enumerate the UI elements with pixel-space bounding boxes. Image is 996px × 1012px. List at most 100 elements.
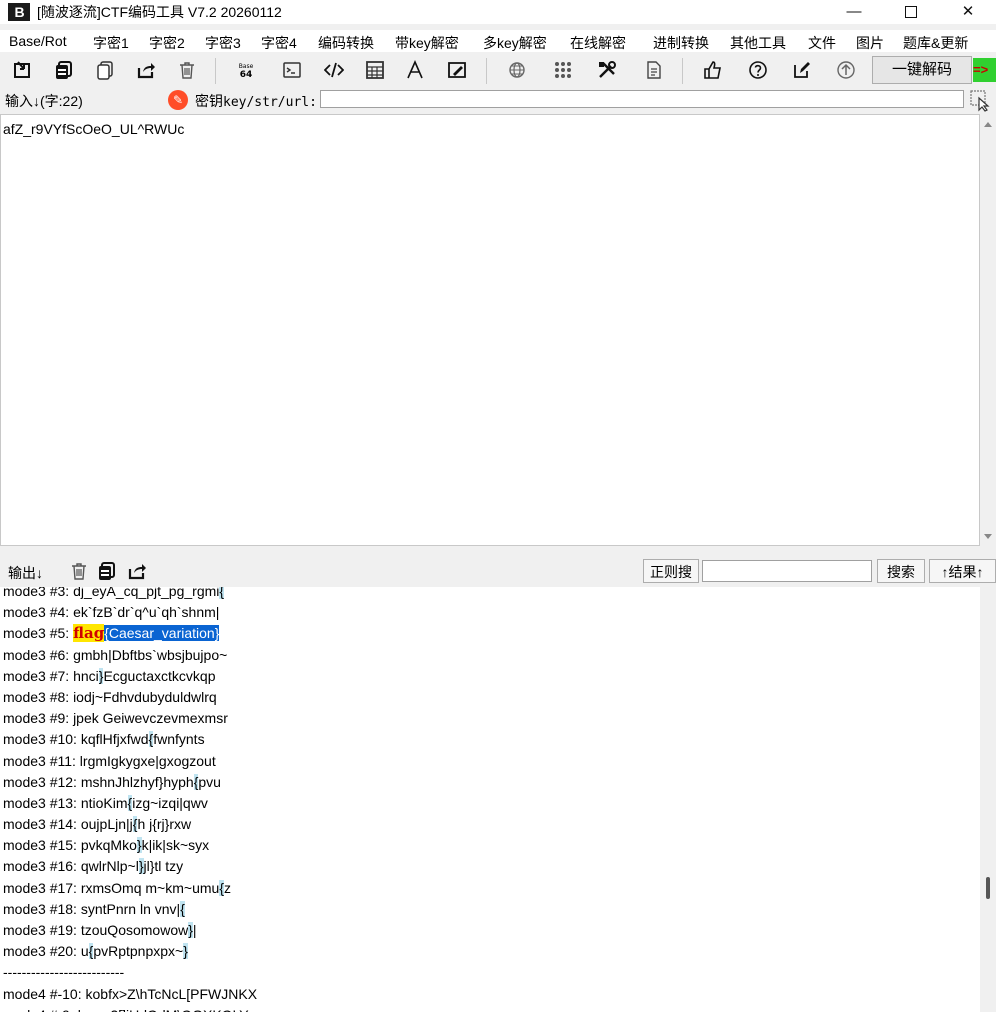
search-button[interactable]: 搜索	[877, 559, 925, 583]
output-line: mode3 #19: tzouQosomowow}|	[3, 920, 257, 941]
output-line: mode4 #-9: lpcgy?[]iUdOdM\QGXKOLY	[3, 1005, 257, 1012]
output-line: mode3 #4: ek`fzB`dr`q^u`qh`shnm|	[3, 602, 257, 623]
line-text: jpek Geiwevczevmexmsr	[73, 710, 228, 727]
grid-icon[interactable]	[550, 58, 576, 82]
line-text: dj_eyA_cq_pjt_pg_rgmi	[73, 587, 220, 599]
line-text: kqflHfjxfwd	[80, 731, 149, 748]
menu-base-rot[interactable]: Base/Rot	[9, 33, 67, 49]
line-text: rxmsOmq m~km~umu	[80, 879, 220, 896]
input-header: 输入↓(字:22) ✎ 密钥key/str/url:	[0, 88, 996, 112]
input-text: afZ_r9VYfScOeO_UL^RWUc	[3, 121, 185, 137]
line-prefix: mode3 #18:	[3, 900, 81, 917]
output-line: mode3 #14: oujpLjn|j{h j{rj}rxw	[3, 814, 257, 835]
input-textarea[interactable]: afZ_r9VYfScOeO_UL^RWUc	[0, 114, 980, 546]
font-icon[interactable]	[402, 58, 428, 82]
line-text: pvkqMko	[80, 837, 137, 854]
output-textarea[interactable]: mode3 #3: dj_eyA_cq_pjt_pg_rgmi { mode3 #4…	[0, 587, 980, 1012]
input-label: 输入↓(字:22)	[5, 93, 83, 109]
key-input[interactable]	[320, 90, 964, 108]
output-line: --------------------------	[3, 962, 257, 983]
tools-icon[interactable]	[594, 58, 620, 82]
menu-key-decrypt[interactable]: 带key解密	[395, 33, 459, 53]
selected-text: {Caesar_variation}	[104, 625, 220, 642]
output-line: mode3 #16: qwlrNlp~l}jl}tl tzy	[3, 856, 257, 877]
maximize-button[interactable]	[883, 0, 939, 24]
output-line: mode3 #8: iodj~Fdhvdubyduldwlrq	[3, 687, 257, 708]
menu-question-bank[interactable]: 题库&更新	[903, 33, 968, 53]
line-prefix: mode3 #7:	[3, 667, 74, 684]
line-prefix: mode3 #10:	[3, 731, 81, 748]
scroll-thumb[interactable]	[986, 877, 990, 899]
menu-base-convert[interactable]: 进制转换	[653, 33, 709, 53]
line-text: ntioKim	[80, 794, 128, 811]
document-icon[interactable]	[640, 58, 666, 82]
regex-search-button[interactable]: 正则搜	[643, 559, 699, 583]
code-icon[interactable]	[321, 58, 347, 82]
menu-zimi4[interactable]: 字密4	[261, 33, 297, 53]
close-button[interactable]: ✕	[940, 0, 996, 24]
output-share-icon[interactable]	[126, 560, 148, 582]
paste-icon[interactable]	[92, 58, 118, 82]
output-line: mode3 #5: flag{Caesar_variation}	[3, 623, 257, 644]
output-scrollbar[interactable]	[980, 587, 996, 1012]
output-line: mode3 #20: u{pvRptpnpxpx~}	[3, 941, 257, 962]
line-text: hnci	[73, 667, 99, 684]
scroll-up-icon[interactable]	[984, 122, 992, 127]
output-line: mode3 #13: ntioKim{izg~izqi|qwv	[3, 793, 257, 814]
splitter[interactable]	[0, 546, 996, 556]
menu-zimi2[interactable]: 字密2	[149, 33, 185, 53]
output-line: mode3 #12: mshnJhlzhyf}hyph{pvu	[3, 772, 257, 793]
brace-highlight: {	[180, 900, 185, 917]
terminal-icon[interactable]	[279, 58, 305, 82]
menu-online-decrypt[interactable]: 在线解密	[570, 33, 626, 53]
menu-other-tools[interactable]: 其他工具	[730, 33, 786, 53]
line-text: u	[80, 943, 89, 960]
toolbar-separator	[215, 58, 216, 84]
upload-icon[interactable]	[833, 58, 859, 82]
menu-zimi3[interactable]: 字密3	[205, 33, 241, 53]
line-text: ek`fzB`dr`q^u`qh`shnm|	[73, 604, 220, 621]
sign-icon[interactable]	[444, 58, 470, 82]
menu-image[interactable]: 图片	[856, 33, 884, 53]
import-icon[interactable]	[9, 58, 35, 82]
scroll-down-icon[interactable]	[984, 534, 992, 539]
thumbs-up-icon[interactable]	[700, 58, 726, 82]
one-key-decode-button[interactable]: 一键解码	[872, 56, 972, 84]
go-button[interactable]: =>	[973, 58, 996, 82]
search-input[interactable]	[702, 560, 872, 582]
line-prefix: mode3 #16:	[3, 858, 81, 875]
result-button[interactable]: ↑结果↑	[929, 559, 996, 583]
help-icon[interactable]	[745, 58, 771, 82]
line-prefix: mode3 #3:	[3, 587, 74, 599]
menu-encoding[interactable]: 编码转换	[318, 33, 374, 53]
line-prefix: --------------------------	[3, 964, 125, 981]
input-scrollbar[interactable]	[980, 114, 996, 546]
line-text: oujpLjn|j	[80, 816, 133, 833]
menu-file[interactable]: 文件	[808, 33, 836, 53]
output-line: mode4 #-10: kobfx>Z\hTcNcL[PFWJNKX	[3, 984, 257, 1005]
base64-icon[interactable]: Base 64	[233, 58, 259, 82]
globe-icon[interactable]	[504, 58, 530, 82]
menu-zimi1[interactable]: 字密1	[93, 33, 129, 53]
trash-icon[interactable]	[174, 58, 200, 82]
output-trash-icon[interactable]	[68, 560, 90, 582]
minimize-button[interactable]: —	[826, 0, 882, 24]
edit-icon[interactable]	[789, 58, 815, 82]
line-text: lpcgy?[]iUdOdM\QGXKOLY	[78, 1007, 249, 1012]
copy-stack-icon[interactable]	[51, 58, 77, 82]
line-prefix: mode3 #13:	[3, 794, 81, 811]
share-icon[interactable]	[133, 58, 159, 82]
picker-icon[interactable]	[970, 90, 992, 112]
brace-highlight: }	[183, 943, 188, 960]
line-prefix: mode3 #15:	[3, 837, 81, 854]
toolbar: Base 64	[0, 54, 996, 86]
output-copy-icon[interactable]	[96, 560, 118, 582]
key-label: 密钥key/str/url:	[195, 91, 317, 111]
base64-bottom-text: 64	[240, 70, 253, 80]
menu-multikey-decrypt[interactable]: 多key解密	[483, 33, 547, 53]
line-prefix: mode3 #11:	[3, 752, 80, 769]
line-text: kobfx>Z\hTcNcL[PFWJNKX	[85, 985, 258, 1002]
calculator-icon[interactable]	[362, 58, 388, 82]
output-line: mode3 #7: hnci}Ecguctaxctkcvkqp	[3, 666, 257, 687]
line-prefix: mode3 #19:	[3, 922, 81, 938]
